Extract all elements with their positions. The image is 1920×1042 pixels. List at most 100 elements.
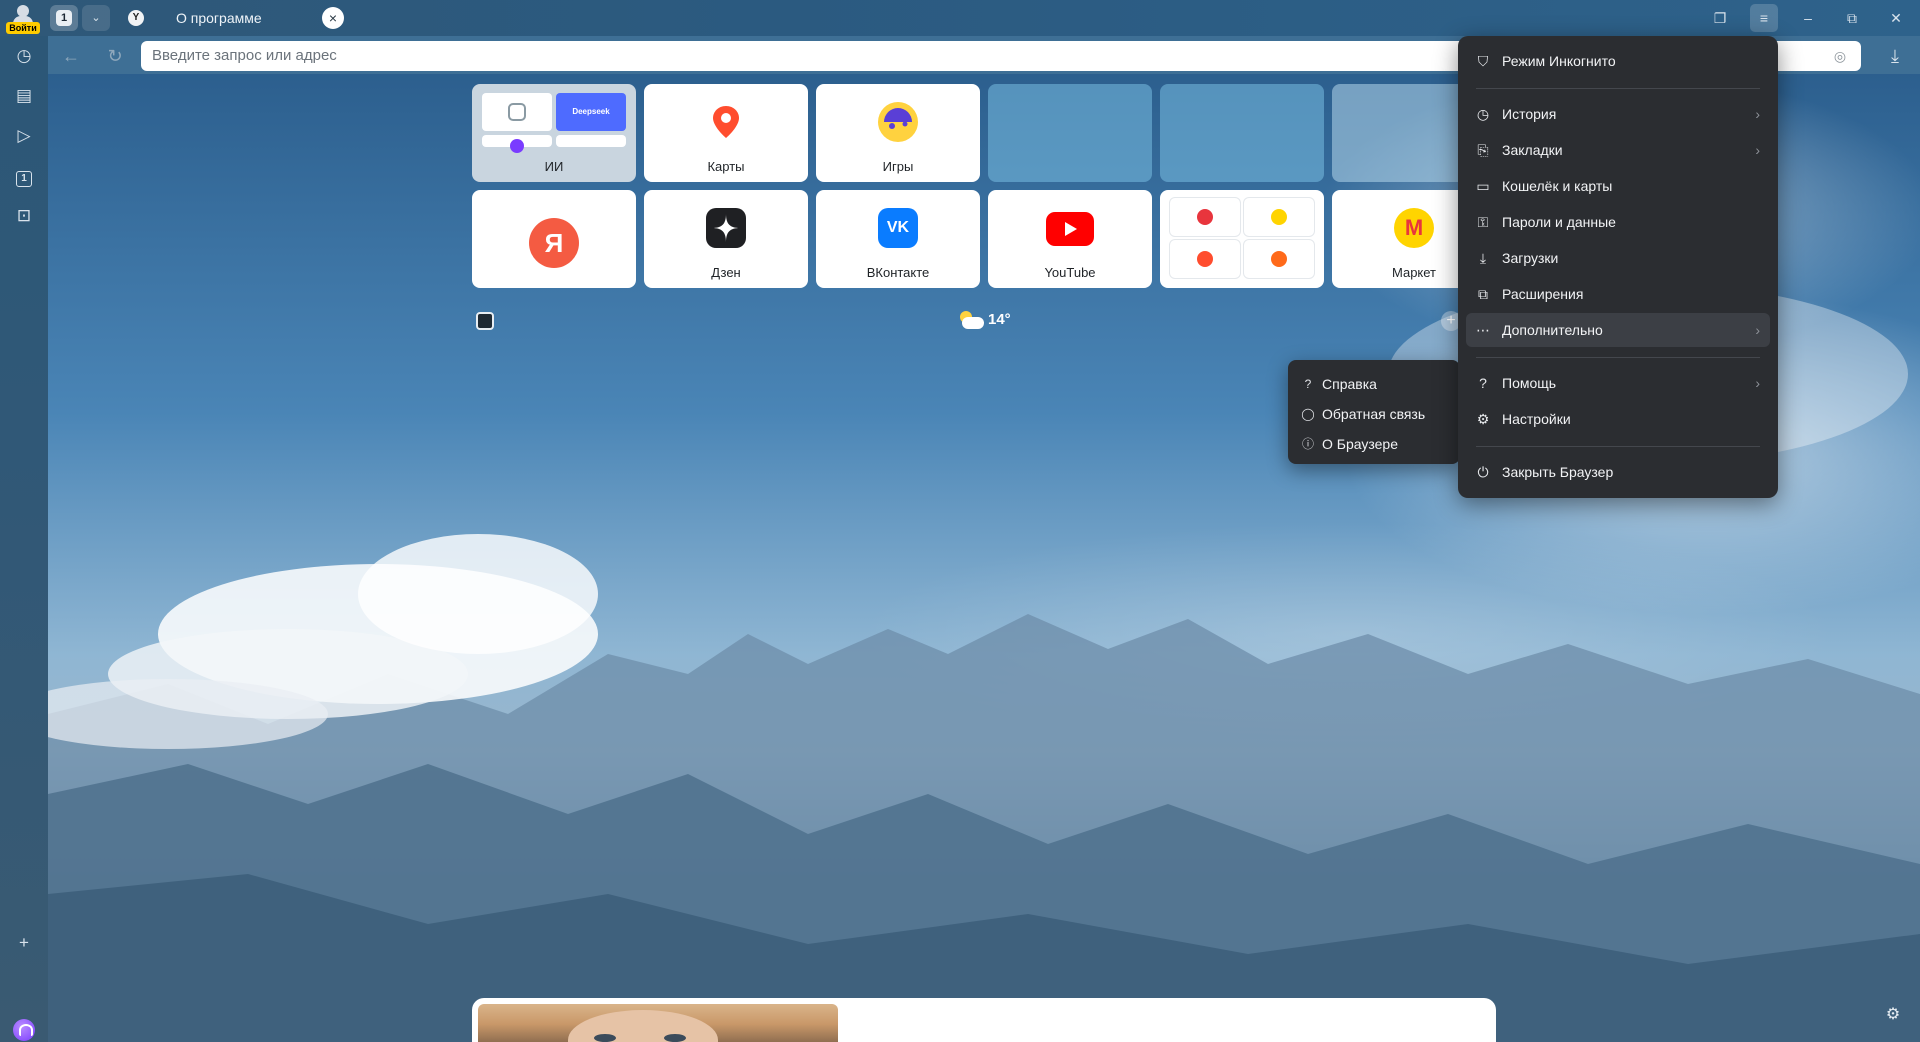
chevron-right-icon: › <box>1755 375 1760 391</box>
alice-mini-icon <box>482 135 552 153</box>
menu-divider <box>1476 357 1760 358</box>
more-dots-icon: ⋯ <box>1476 322 1490 338</box>
download-icon: ⤓ <box>1479 250 1487 266</box>
minimize-icon[interactable]: – <box>1794 4 1822 32</box>
partly-cloudy-icon <box>958 311 984 330</box>
menu-divider <box>1476 446 1760 447</box>
chevron-right-icon: › <box>1755 106 1760 122</box>
gear-icon: ⚙ <box>1476 411 1490 427</box>
menu-divider <box>1476 88 1760 89</box>
key-icon: ⚿ <box>1477 214 1489 230</box>
submenu-item-feedback[interactable]: ◯ Обратная связь <box>1294 400 1454 428</box>
submenu-label: Обратная связь <box>1322 406 1426 422</box>
menu-item-incognito[interactable]: ⛉ Режим Инкогнито <box>1466 44 1770 78</box>
menu-hamburger-icon[interactable]: ≡ <box>1750 4 1778 32</box>
tile-label: Карты <box>707 159 745 174</box>
gallery-toggle-icon[interactable] <box>476 312 494 330</box>
menu-label: Закладки <box>1502 142 1563 158</box>
visual-search-camera-icon[interactable]: ◎ <box>1831 47 1849 65</box>
tile-vk[interactable]: VK ВКонтакте <box>816 190 980 288</box>
tile-ai[interactable]: Deepseek ИИ <box>472 84 636 182</box>
tile-empty[interactable] <box>1160 84 1324 182</box>
menu-item-more[interactable]: ⋯ Дополнительно › <box>1466 313 1770 347</box>
bookmark-icon: ⎘ <box>1477 142 1489 158</box>
tabs-one-icon[interactable]: 1 <box>12 164 36 188</box>
reload-icon[interactable]: ↻ <box>102 43 128 69</box>
power-icon: ⏻ <box>1477 464 1489 480</box>
maps-pin-icon <box>706 102 746 142</box>
feed-card[interactable] <box>472 998 1496 1042</box>
tile-games[interactable]: Игры <box>816 84 980 182</box>
submenu-label: О Браузере <box>1322 436 1399 452</box>
downloads-arrow-icon[interactable]: ⤓ <box>1882 43 1908 69</box>
menu-label: Закрыть Браузер <box>1502 464 1614 480</box>
alice-assistant-icon[interactable] <box>13 1019 35 1041</box>
tab-title: О программе <box>176 10 262 26</box>
chevron-right-icon: › <box>1755 142 1760 158</box>
menu-label: Дополнительно <box>1502 322 1603 338</box>
screenshot-camera-icon[interactable]: ⊡ <box>12 204 36 228</box>
incognito-shield-icon: ⛉ <box>1477 53 1489 69</box>
collections-icon[interactable]: ▤ <box>12 84 36 108</box>
bookmarks-panel-icon[interactable]: ❐ <box>1706 4 1734 32</box>
menu-item-passwords[interactable]: ⚿ Пароли и данные <box>1466 205 1770 239</box>
menu-label: Настройки <box>1502 411 1571 427</box>
help-submenu: ? Справка ◯ Обратная связь ⓘ О Браузере <box>1288 360 1460 464</box>
menu-item-downloads[interactable]: ⤓ Загрузки <box>1466 241 1770 275</box>
menu-item-history[interactable]: ◷ История › <box>1466 97 1770 131</box>
tile-dzen[interactable]: Дзен <box>644 190 808 288</box>
menu-label: Расширения <box>1502 286 1584 302</box>
group-cell-maps-icon <box>1170 240 1240 278</box>
menu-item-close-browser[interactable]: ⏻ Закрыть Браузер <box>1466 455 1770 489</box>
group-cell-lightning-icon <box>1244 198 1314 236</box>
wallet-icon: ▭ <box>1476 178 1490 194</box>
menu-item-help[interactable]: ? Помощь › <box>1466 366 1770 400</box>
dzen-star-icon <box>706 208 746 248</box>
market-logo-icon: M <box>1394 208 1434 248</box>
submenu-item-about[interactable]: ⓘ О Браузере <box>1294 430 1454 458</box>
tile-group[interactable] <box>1160 190 1324 288</box>
weather-widget[interactable]: 14° <box>958 308 1011 332</box>
profile-button[interactable]: Войти <box>6 3 40 34</box>
menu-item-bookmarks[interactable]: ⎘ Закладки › <box>1466 133 1770 167</box>
menu-label: Помощь <box>1502 375 1557 391</box>
yandex-favicon-icon: Y <box>128 10 144 26</box>
question-icon: ? <box>1304 377 1312 391</box>
menu-item-extensions[interactable]: ⧉ Расширения <box>1466 277 1770 311</box>
chat-bubble-icon: ◯ <box>1301 407 1315 421</box>
tile-label: Дзен <box>711 265 741 280</box>
tab-about[interactable]: Y О программе × <box>118 2 356 34</box>
tile-label: Игры <box>882 159 914 174</box>
sidebar: ◷ ▤ ▷ 1 ⊡ + ⋯ <box>0 36 48 1042</box>
close-window-icon[interactable]: ✕ <box>1882 4 1910 32</box>
menu-label: Кошелёк и карты <box>1502 178 1613 194</box>
tab-close-icon[interactable]: × <box>322 7 344 29</box>
video-play-icon[interactable]: ▷ <box>12 124 36 148</box>
title-bar: Войти 1 ⌄ Y О программе × ❐ ≡ – ⧉ ✕ <box>0 0 1920 36</box>
tile-label: ВКонтакте <box>866 265 930 280</box>
tile-label: YouTube <box>1044 265 1096 280</box>
menu-label: Режим Инкогнито <box>1502 53 1616 69</box>
tile-yandex[interactable]: Я <box>472 190 636 288</box>
history-clock-icon[interactable]: ◷ <box>12 44 36 68</box>
info-icon: ⓘ <box>1301 437 1314 451</box>
submenu-item-help[interactable]: ? Справка <box>1294 370 1454 398</box>
clock-icon: ◷ <box>1476 106 1490 122</box>
back-arrow-icon[interactable]: ← <box>58 43 84 69</box>
restore-icon[interactable]: ⧉ <box>1838 4 1866 32</box>
vk-logo-icon: VK <box>878 208 918 248</box>
customize-sliders-icon[interactable]: ⚙ <box>1882 1004 1904 1026</box>
feed-photo-eye <box>664 1034 686 1042</box>
menu-item-settings[interactable]: ⚙ Настройки <box>1466 402 1770 436</box>
submenu-label: Справка <box>1322 376 1377 392</box>
login-badge[interactable]: Войти <box>6 22 40 34</box>
tile-youtube[interactable]: YouTube <box>988 190 1152 288</box>
tile-empty[interactable] <box>988 84 1152 182</box>
menu-item-wallet[interactable]: ▭ Кошелёк и карты <box>1466 169 1770 203</box>
tile-maps[interactable]: Карты <box>644 84 808 182</box>
empty-mini-slot <box>556 135 626 147</box>
feed-photo-face <box>568 1010 718 1042</box>
tabs-dropdown-chevron-icon[interactable]: ⌄ <box>82 5 110 31</box>
add-panel-plus-icon[interactable]: + <box>12 931 36 955</box>
tabs-count-button[interactable]: 1 <box>50 5 78 31</box>
